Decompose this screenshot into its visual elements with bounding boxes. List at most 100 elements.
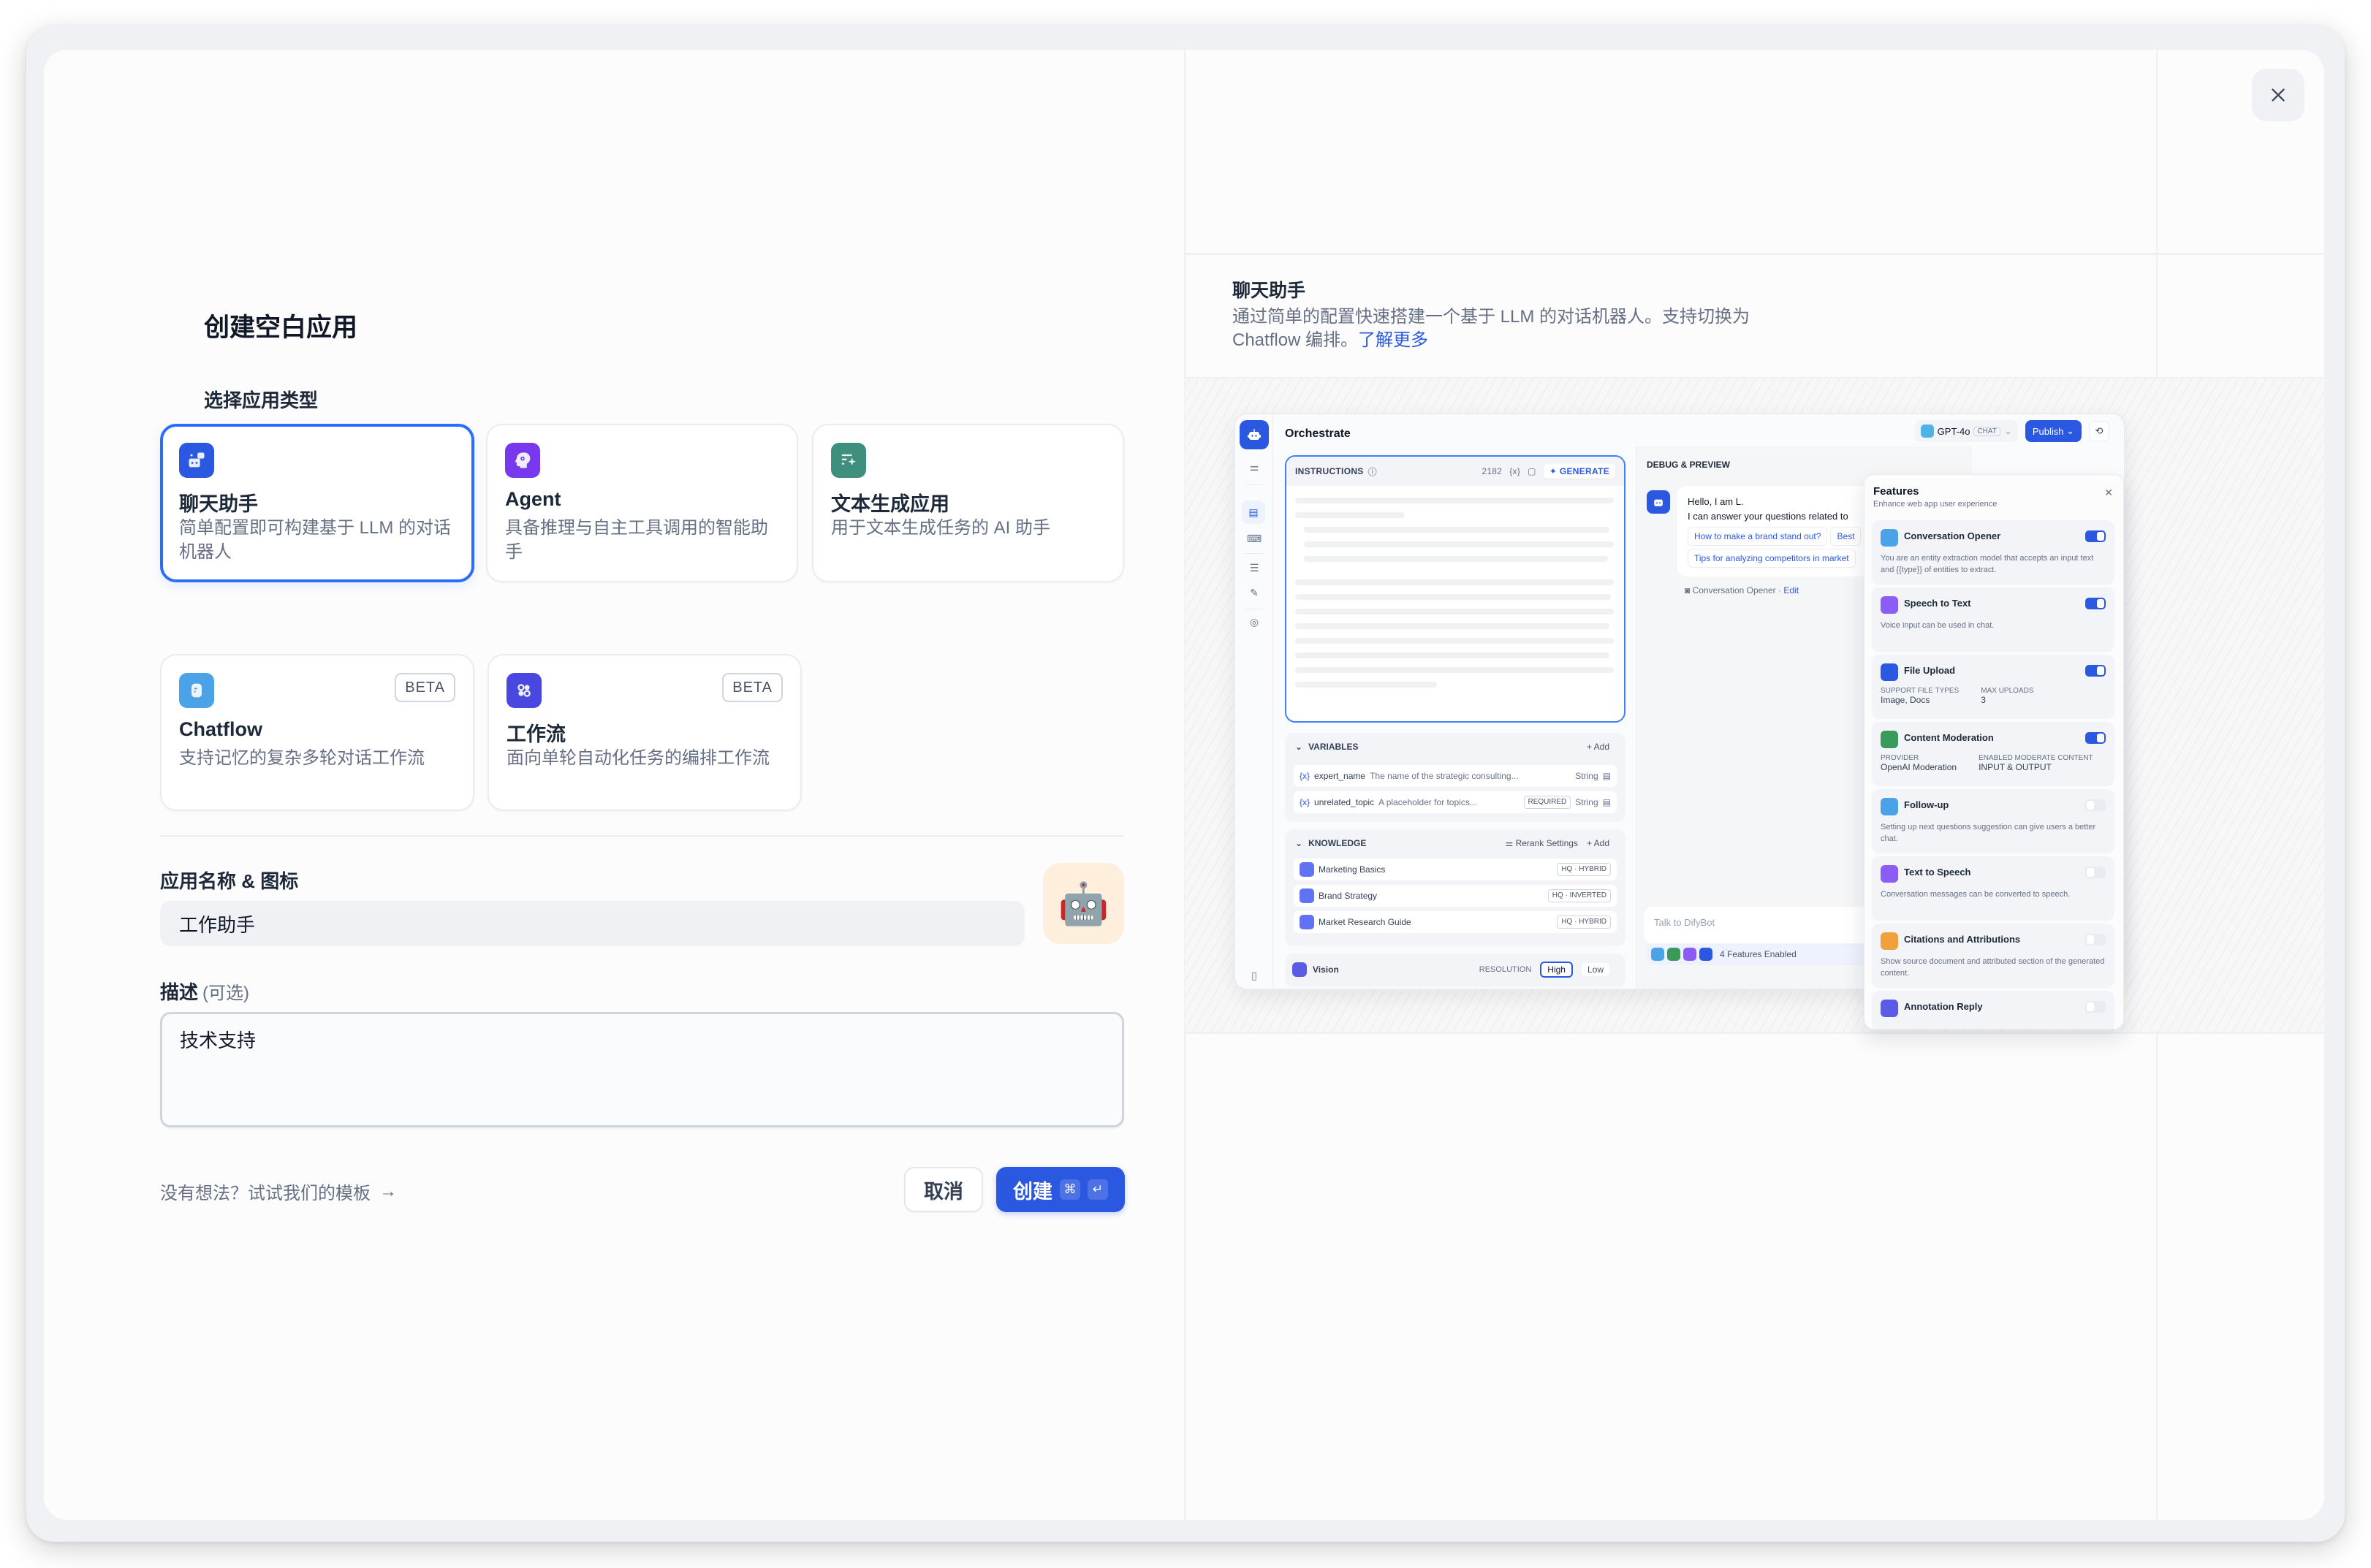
feature-name: Follow-up <box>1904 799 1949 810</box>
feature-content-moderation: Content Moderation PROVIDER OpenAI Modera… <box>1872 722 2114 786</box>
publish-label: Publish <box>2032 425 2064 437</box>
folder-icon <box>1300 888 1314 903</box>
skeleton-line <box>1295 579 1614 585</box>
app-name-input[interactable] <box>160 901 1025 946</box>
preview-sidebar: ⚌ ▤ ⌨ ☰ ✎ ◎ ▯ <box>1235 414 1273 989</box>
debug-title: DEBUG & PREVIEW <box>1647 460 1731 470</box>
instructions-header: INSTRUCTIONS ⓘ 2182 {x} ▢ ✦ GENERATE <box>1286 457 1624 486</box>
app-type-card-chatflow[interactable]: BETA Chatflow 支持记忆的复杂多轮对话工作流 <box>160 654 474 811</box>
app-type-card-workflow[interactable]: BETA 工作流 面向单轮自动化任务的编排工作流 <box>488 654 802 811</box>
feature-desc: Setting up next questions suggestion can… <box>1881 823 2096 843</box>
knowledge-name: Market Research Guide <box>1319 917 1411 927</box>
feature-toggle <box>2085 799 2106 811</box>
upload-mini-icon <box>1699 948 1712 961</box>
terminal-icon: ⌨ <box>1246 532 1262 544</box>
feature-name: Annotation Reply <box>1904 1001 1983 1012</box>
clipboard-icon: ▢ <box>1528 466 1536 476</box>
card-title: 聊天助手 <box>179 493 258 515</box>
preview-rule-top <box>1184 253 2324 255</box>
feature-toggle <box>2085 598 2106 609</box>
cancel-button[interactable]: 取消 <box>904 1167 983 1212</box>
knowledge-label: KNOWLEDGE <box>1308 838 1367 848</box>
feature-toggle <box>2085 665 2106 677</box>
opener-mini-icon <box>1651 948 1664 961</box>
annotation-icon: ✎ <box>1250 586 1259 598</box>
index-tag: HQ · HYBRID <box>1557 916 1611 929</box>
create-button[interactable]: 创建 ⌘ ↵ <box>996 1167 1125 1212</box>
try-templates-text: 没有想法？试试我们的模板 <box>160 1184 371 1203</box>
variable-icon: {x} <box>1509 466 1521 476</box>
resolution-high: High <box>1540 962 1573 978</box>
index-tag: HQ · INVERTED <box>1547 889 1611 902</box>
quote-icon <box>1881 932 1898 950</box>
suggestion-chip: How to make a brand stand out? <box>1688 527 1828 546</box>
help-icon: ⓘ <box>1367 466 1377 477</box>
feature-desc: You are an entity extraction model that … <box>1881 554 2094 574</box>
learn-more-link[interactable]: 了解更多 <box>1358 330 1428 350</box>
feature-text-to-speech: Text to Speech Conversation messages can… <box>1872 856 2114 921</box>
app-type-card-text-generation[interactable]: 文本生成应用 用于文本生成任务的 AI 助手 <box>812 424 1124 582</box>
generate-label: GENERATE <box>1559 466 1609 476</box>
logs-icon: ☰ <box>1249 561 1259 574</box>
app-type-label: 选择应用类型 <box>204 389 319 411</box>
variable-name: expert_name <box>1314 771 1366 781</box>
bot-avatar-icon <box>1647 490 1670 514</box>
publish-button: Publish ⌄ <box>2025 420 2082 442</box>
feature-name: Content Moderation <box>1904 732 1994 743</box>
feature-annotation-reply: Annotation Reply <box>1872 991 2114 1029</box>
description-label: 描述 (可选) <box>160 978 249 1005</box>
variable-type: String <box>1575 771 1598 781</box>
features-title: Features <box>1873 485 1919 498</box>
description-textarea[interactable]: 技术支持 <box>160 1012 1124 1127</box>
vision-header: Vision RESOLUTION High Low <box>1292 962 1609 978</box>
chevron-down-icon: ⌄ <box>1295 838 1303 848</box>
vision-section: Vision RESOLUTION High Low <box>1285 954 1625 987</box>
add-knowledge: + Add <box>1586 838 1609 848</box>
folder-icon <box>1300 862 1314 877</box>
app-icon-picker[interactable]: 🤖 <box>1043 863 1124 944</box>
variables-section: ⌄ VARIABLES + Add {x} expert_name The na… <box>1285 733 1625 822</box>
variable-type: String <box>1575 797 1598 807</box>
preview-toolbar: GPT-4o CHAT ⌄ Publish ⌄ ⟲ <box>1914 420 2109 442</box>
sidebar-separator <box>1245 484 1263 485</box>
card-title: Agent <box>505 488 561 510</box>
card-desc: 面向单轮自动化任务的编排工作流 <box>507 748 770 768</box>
eye-icon <box>1292 962 1307 977</box>
feature-citations: Citations and Attributions Show source d… <box>1872 924 2114 988</box>
create-app-dialog: 创建空白应用 选择应用类型 新手适用 聊天助手 简单配置即可构建基于 LLM 的… <box>44 50 2324 1520</box>
feature-speech-to-text: Speech to Text Voice input can be used i… <box>1872 587 2114 652</box>
index-tag: HQ · HYBRID <box>1557 863 1611 876</box>
close-button[interactable] <box>2252 69 2304 121</box>
knowledge-name: Brand Strategy <box>1319 891 1378 901</box>
moderation-icon <box>1881 731 1898 748</box>
variable-name: unrelated_topic <box>1314 797 1375 807</box>
orchestrate-title: Orchestrate <box>1285 427 1351 440</box>
name-label: 应用名称 & 图标 <box>160 870 299 892</box>
knowledge-row: Market Research Guide HQ · HYBRID <box>1294 911 1617 933</box>
card-title: Chatflow <box>179 718 262 740</box>
features-subtitle: Enhance web app user experience <box>1873 500 1998 509</box>
feature-toggle <box>2085 867 2106 878</box>
chat-bubble-icon <box>1881 529 1898 547</box>
card-title: 文本生成应用 <box>831 493 949 515</box>
app-type-card-chatbot[interactable]: 聊天助手 简单配置即可构建基于 LLM 的对话机器人 <box>160 424 474 582</box>
arrow-right-icon: → <box>379 1181 397 1201</box>
card-desc: 用于文本生成任务的 AI 助手 <box>831 518 1051 538</box>
instructions-panel: INSTRUCTIONS ⓘ 2182 {x} ▢ ✦ GENERATE <box>1285 455 1625 723</box>
folder-icon <box>1300 915 1314 929</box>
beta-badge: BETA <box>722 673 783 702</box>
model-tag: CHAT <box>1973 426 2000 436</box>
try-templates-link[interactable]: 没有想法？试试我们的模板 → <box>160 1179 397 1204</box>
instructions-tools: 2182 {x} ▢ ✦ GENERATE <box>1482 464 1615 479</box>
skeleton-line <box>1295 652 1609 658</box>
moderation-mini-icon <box>1667 948 1680 961</box>
rerank-settings: ⚌ Rerank Settings <box>1505 838 1578 848</box>
features-enabled-text: 4 Features Enabled <box>1720 949 1797 959</box>
skeleton-line <box>1304 541 1614 547</box>
skeleton-line <box>1295 623 1609 629</box>
app-type-card-agent[interactable]: Agent 具备推理与自主工具调用的智能助手 <box>486 424 798 582</box>
section-divider <box>160 835 1124 837</box>
feature-toggle <box>2085 530 2106 542</box>
feature-name: Citations and Attributions <box>1904 934 2021 945</box>
command-key-icon: ⌘ <box>1060 1179 1080 1200</box>
